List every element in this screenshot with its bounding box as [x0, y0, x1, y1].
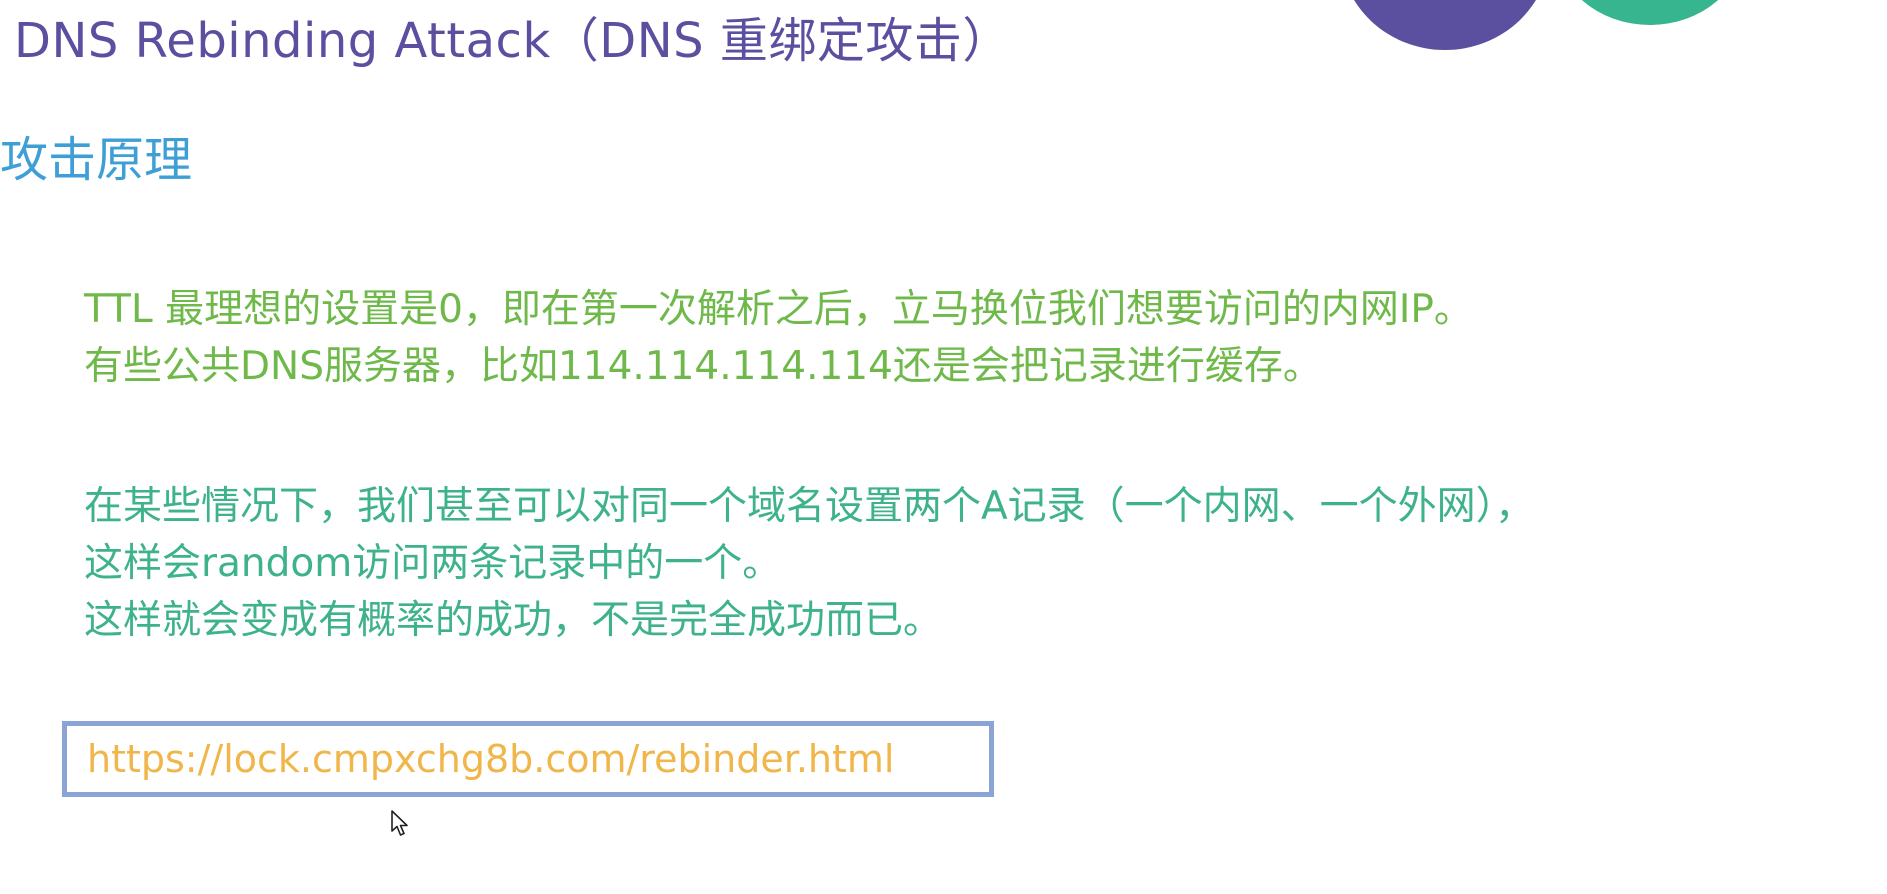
url-box[interactable]: https://lock.cmpxchg8b.com/rebinder.html [62, 721, 994, 797]
mouse-pointer-icon [391, 810, 408, 836]
url-link[interactable]: https://lock.cmpxchg8b.com/rebinder.html [87, 736, 894, 782]
paragraph-line: 这样就会变成有概率的成功，不是完全成功而已。 [84, 598, 943, 643]
decorative-purple-circle [1340, 0, 1550, 50]
slide: DNS Rebinding Attack（DNS 重绑定攻击） 攻击原理 TTL… [0, 0, 1887, 894]
section-heading: 攻击原理 [0, 132, 193, 188]
paragraph-line: 这样会random访问两条记录中的一个。 [84, 541, 782, 586]
paragraph-line: 有些公共DNS服务器，比如114.114.114.114还是会把记录进行缓存。 [84, 344, 1322, 389]
paragraph-line: 在某些情况下，我们甚至可以对同一个域名设置两个A记录（一个内网、一个外网）， [84, 484, 1535, 529]
slide-title: DNS Rebinding Attack（DNS 重绑定攻击） [14, 13, 1011, 69]
paragraph-a-records: 在某些情况下，我们甚至可以对同一个域名设置两个A记录（一个内网、一个外网）， 这… [84, 478, 1534, 649]
paragraph-line: TTL 最理想的设置是0，即在第一次解析之后，立马换位我们想要访问的内网IP。 [84, 287, 1473, 332]
decorative-green-circle [1555, 0, 1745, 25]
paragraph-ttl: TTL 最理想的设置是0，即在第一次解析之后，立马换位我们想要访问的内网IP。 … [84, 281, 1473, 395]
